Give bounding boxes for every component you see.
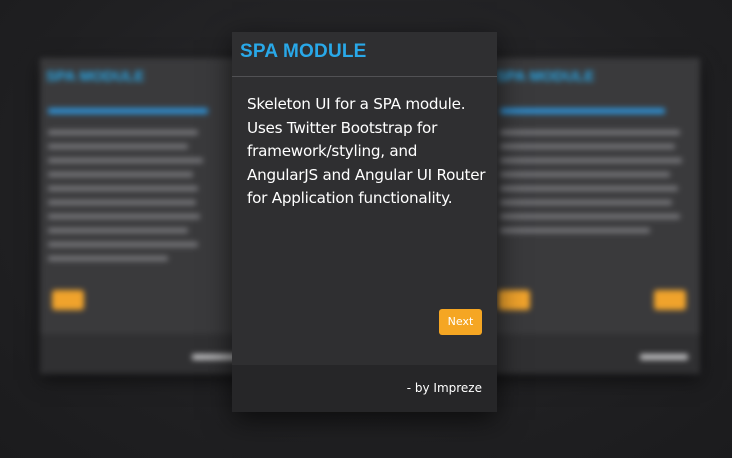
- background-card-text-blur: [500, 158, 682, 163]
- background-card-text-blur: [48, 228, 188, 233]
- background-card-button: [498, 290, 530, 310]
- background-card-footer-text-blur: [640, 354, 688, 360]
- background-card-text-blur: [48, 172, 193, 177]
- card-title: SPA MODULE: [240, 41, 367, 62]
- background-card-button: [654, 290, 686, 310]
- background-card-text-blur: [48, 200, 196, 205]
- background-card-button: [52, 290, 84, 310]
- background-card-text-blur: [48, 256, 168, 261]
- background-card-text-blur: [500, 228, 650, 233]
- background-card-text-blur: [48, 130, 198, 135]
- footer-credit: - by Impreze: [406, 381, 482, 395]
- card-footer: - by Impreze: [232, 365, 497, 412]
- card-header: SPA MODULE: [232, 32, 497, 77]
- background-card-text-blur: [48, 186, 198, 191]
- card-description: Skeleton UI for a SPA module. Uses Twitt…: [247, 95, 486, 207]
- background-card-text-blur: [48, 158, 203, 163]
- modal-stage: SPA MODULE SPA MODULE SPA MODULE Skeleto…: [0, 0, 732, 458]
- background-card-text-blur: [48, 214, 200, 219]
- background-card-title: SPA MODULE: [496, 68, 595, 85]
- background-card-text-blur: [500, 172, 670, 177]
- spa-module-card: SPA MODULE Skeleton UI for a SPA module.…: [232, 32, 497, 412]
- background-card-subtitle-blur: [48, 108, 208, 114]
- background-card-text-blur: [500, 186, 678, 191]
- background-card-text-blur: [500, 130, 680, 135]
- background-card-text-blur: [500, 200, 672, 205]
- background-card-subtitle-blur: [500, 108, 665, 114]
- background-card-text-blur: [48, 144, 188, 149]
- background-card-text-blur: [500, 214, 680, 219]
- background-card-title: SPA MODULE: [46, 68, 145, 85]
- next-button[interactable]: Next: [439, 309, 482, 335]
- background-card-text-blur: [500, 144, 675, 149]
- background-card-text-blur: [48, 242, 198, 247]
